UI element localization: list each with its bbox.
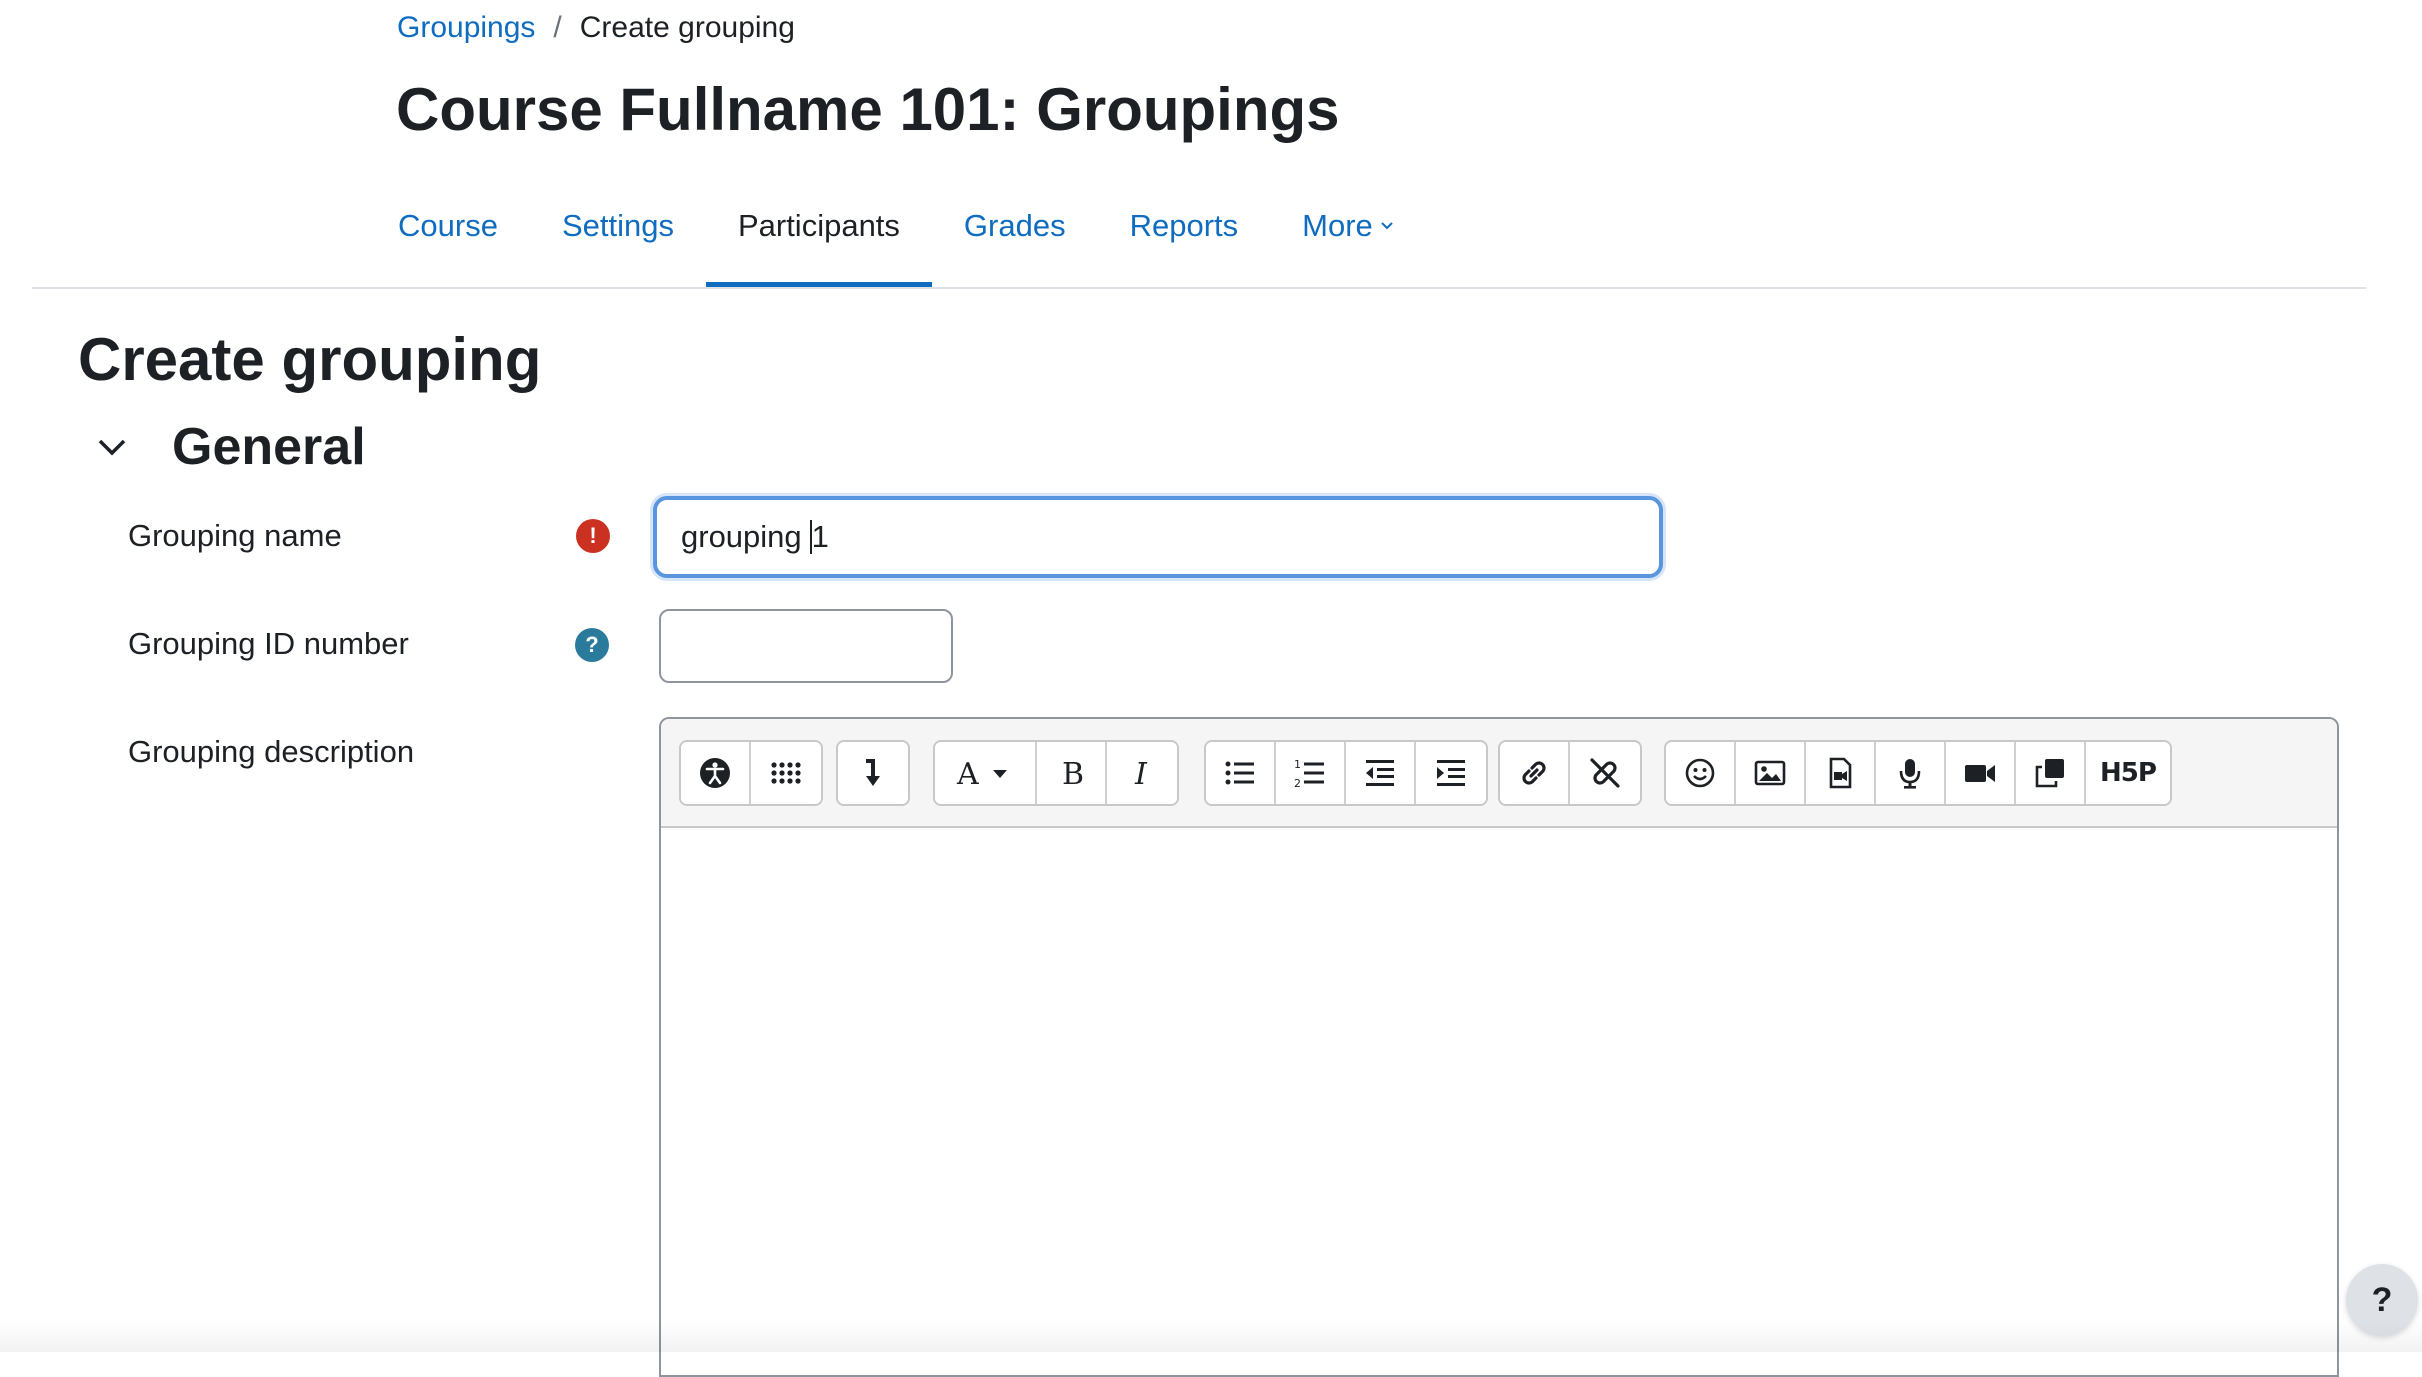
record-audio-button[interactable] (1876, 742, 1946, 804)
record-video-icon (1965, 765, 1995, 782)
h5p-button[interactable]: H5P (2086, 742, 2170, 804)
tab-more[interactable]: More (1270, 190, 1425, 288)
toolbar-group-collapse (836, 740, 910, 806)
svg-text:I: I (1134, 757, 1148, 790)
tab-grades[interactable]: Grades (932, 190, 1098, 288)
text-style-button[interactable]: A (935, 742, 1037, 804)
toolbar-group-links (1498, 740, 1642, 806)
grouping-id-label: Grouping ID number (128, 626, 409, 661)
media-icon (1829, 757, 1852, 789)
tab-reports[interactable]: Reports (1098, 190, 1271, 288)
general-section-title: General (172, 418, 366, 476)
h5p-icon: H5P (2100, 758, 2157, 788)
unlink-button[interactable] (1570, 742, 1640, 804)
record-audio-icon (1899, 759, 1921, 789)
image-button[interactable] (1736, 742, 1806, 804)
ordered-list-icon: 12 (1294, 758, 1324, 790)
outdent-button[interactable] (1346, 742, 1416, 804)
breadcrumb-separator: / (553, 11, 562, 44)
svg-text:1: 1 (1294, 758, 1301, 771)
show-more-button[interactable] (751, 742, 821, 804)
accessibility-button[interactable] (681, 742, 751, 804)
bold-button[interactable]: B (1037, 742, 1107, 804)
collapse-general-toggle[interactable] (92, 427, 132, 467)
grouping-name-input[interactable]: grouping 1 (653, 496, 1663, 578)
grouping-description-label: Grouping description (128, 734, 415, 769)
unordered-list-button[interactable] (1206, 742, 1276, 804)
tabs-divider (32, 287, 2366, 289)
italic-button[interactable]: I (1107, 742, 1177, 804)
tab-course[interactable]: Course (366, 190, 530, 288)
svg-text:A: A (956, 757, 979, 790)
toolbar-group-accessibility (679, 740, 823, 806)
manage-files-button[interactable] (2016, 742, 2086, 804)
breadcrumb: Groupings / Create grouping (397, 8, 795, 48)
section-title: Create grouping (78, 326, 542, 393)
toolbar-group-lists: 12 (1204, 740, 1488, 806)
toolbar-group-style: A B I (933, 740, 1179, 806)
unlink-icon (1590, 758, 1620, 788)
manage-files-icon (2035, 759, 2064, 788)
chevron-down-icon (98, 439, 126, 456)
svg-text:B: B (1062, 757, 1084, 790)
text-style-icon: A (956, 757, 1007, 790)
bold-icon: B (1062, 757, 1084, 790)
grouping-id-input[interactable] (659, 609, 953, 683)
page-title: Course Fullname 101: Groupings (396, 76, 1340, 143)
chevron-down-icon (1381, 222, 1393, 230)
course-nav-tabs: Course Settings Participants Grades Repo… (366, 190, 1425, 288)
ordered-list-button[interactable]: 12 (1276, 742, 1346, 804)
description-editor: A B I 12 H5P (659, 717, 2339, 1377)
grouping-name-value-after-caret: 1 (811, 519, 829, 554)
unordered-list-icon (1225, 761, 1254, 785)
tab-more-label: More (1302, 208, 1373, 243)
italic-icon: I (1134, 757, 1148, 790)
link-button[interactable] (1500, 742, 1570, 804)
image-icon (1754, 760, 1786, 786)
tab-settings[interactable]: Settings (530, 190, 706, 288)
breadcrumb-current: Create grouping (579, 11, 795, 44)
grouping-name-value-before-caret: grouping (681, 519, 802, 554)
grouping-name-label: Grouping name (128, 518, 342, 553)
emoji-icon (1685, 758, 1715, 788)
emoji-button[interactable] (1666, 742, 1736, 804)
indent-icon (1437, 760, 1465, 786)
help-button[interactable]: ? (2346, 1264, 2418, 1336)
show-more-buttons-icon (771, 762, 801, 784)
general-section-header: General (92, 415, 366, 479)
editor-toolbar: A B I 12 H5P (661, 719, 2337, 828)
toolbar-group-media: H5P (1664, 740, 2172, 806)
link-icon (1522, 761, 1546, 785)
record-video-button[interactable] (1946, 742, 2016, 804)
help-icon[interactable]: ? (575, 628, 609, 662)
breadcrumb-groupings-link[interactable]: Groupings (397, 11, 535, 45)
required-icon: ! (576, 519, 610, 553)
svg-text:2: 2 (1294, 777, 1301, 790)
description-editor-area[interactable] (661, 828, 2337, 1375)
collapse-button[interactable] (838, 742, 908, 804)
indent-button[interactable] (1416, 742, 1486, 804)
outdent-icon (1366, 760, 1394, 786)
tab-participants[interactable]: Participants (705, 190, 932, 288)
media-button[interactable] (1806, 742, 1876, 804)
accessibility-checker-icon (700, 758, 730, 788)
collapse-toolbar-icon (866, 759, 880, 786)
